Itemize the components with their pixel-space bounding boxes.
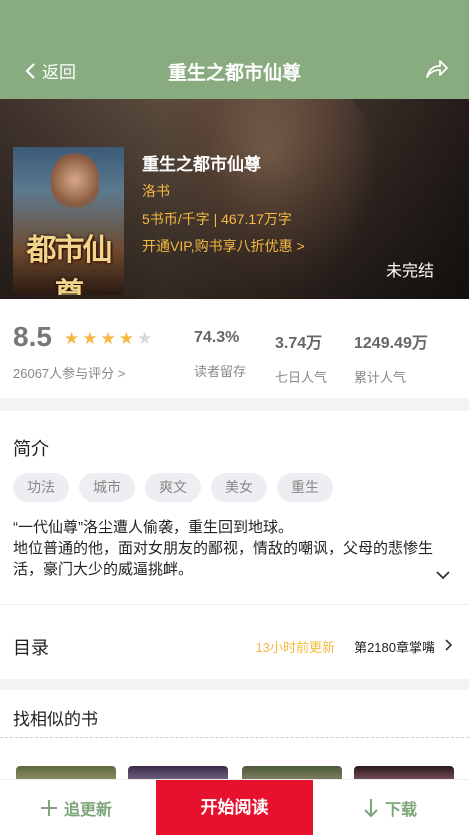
- download-label: 下载: [385, 802, 418, 819]
- tag[interactable]: 城市: [79, 473, 135, 502]
- expand-description-button[interactable]: [435, 567, 451, 585]
- toc-update-time: 13小时前更新: [255, 640, 335, 655]
- stat-label: 累计人气: [354, 370, 407, 385]
- toc-latest-chapter: 第2180章掌嘴: [354, 640, 435, 655]
- toc-row[interactable]: 目录 13小时前更新 第2180章掌嘴: [0, 604, 469, 679]
- chevron-down-icon: [436, 571, 450, 580]
- raters-link[interactable]: 26067人参与评分 >: [13, 363, 125, 382]
- share-button[interactable]: [425, 58, 449, 85]
- stat-retention: 74.3% 读者留存: [194, 329, 246, 380]
- bottom-action-bar: 追更新 开始阅读 下载: [0, 779, 469, 835]
- tag[interactable]: 爽文: [145, 473, 201, 502]
- rating-score: 8.5: [13, 321, 52, 352]
- vip-promo-link[interactable]: 开通VIP,购书享八折优惠 >: [142, 236, 305, 256]
- book-hero: 都市仙尊 重生之都市仙尊 洛书 5书币/千字 | 467.17万字 开通VIP,…: [0, 99, 469, 299]
- intro-section: 简介 功法 城市 爽文 美女 重生 “一代仙尊”洛尘遭人偷袭，重生回到地球。 地位…: [0, 411, 469, 604]
- stat-value: 74.3%: [194, 329, 240, 346]
- follow-updates-button[interactable]: 追更新: [40, 796, 112, 820]
- page-title: 重生之都市仙尊: [167, 63, 301, 84]
- book-cover[interactable]: 都市仙尊: [13, 147, 124, 295]
- tag[interactable]: 功法: [13, 473, 69, 502]
- tag[interactable]: 重生: [277, 473, 333, 502]
- status-badge: 未完结: [385, 263, 434, 280]
- book-price-wordcount: 5书币/千字 | 467.17万字: [142, 211, 292, 227]
- author-link[interactable]: 洛书: [142, 181, 170, 201]
- follow-label: 追更新: [64, 802, 113, 819]
- top-bar: 返回 重生之都市仙尊: [0, 0, 469, 99]
- star-icon: ★: [64, 329, 80, 348]
- tag[interactable]: 美女: [211, 473, 267, 502]
- rating-stars: ★ ★ ★ ★ ★: [64, 330, 152, 347]
- tag-list: 功法 城市 爽文 美女 重生: [13, 473, 333, 502]
- star-icon: ★: [137, 329, 153, 348]
- stat-value: 3.74万: [275, 335, 323, 352]
- toc-title: 目录: [13, 638, 49, 658]
- star-icon: ★: [100, 329, 116, 348]
- star-icon: ★: [82, 329, 98, 348]
- stat-label: 读者留存: [194, 364, 247, 379]
- stat-total-popularity: 1249.49万 累计人气: [354, 329, 428, 386]
- start-reading-button[interactable]: 开始阅读: [156, 780, 313, 835]
- plus-icon: [41, 800, 57, 816]
- book-name: 重生之都市仙尊: [142, 155, 261, 174]
- star-icon: ★: [118, 329, 134, 348]
- stat-value: 1249.49万: [354, 335, 428, 352]
- share-icon: [426, 60, 448, 78]
- stat-label: 七日人气: [275, 370, 328, 385]
- download-button[interactable]: 下载: [363, 796, 417, 820]
- rating-stats-panel: 8.5 ★ ★ ★ ★ ★ 26067人参与评分 > 74.3% 读者留存 3.74万 …: [0, 299, 469, 398]
- similar-title: 找相似的书: [13, 710, 98, 729]
- chevron-right-icon: [445, 639, 453, 651]
- intro-description: “一代仙尊”洛尘遭人偷袭，重生回到地球。 地位普通的他，面对女朋友的鄙视，情敌的嘲…: [13, 519, 434, 578]
- stat-weekly-popularity: 3.74万 七日人气: [275, 329, 327, 386]
- cover-title: 都市仙尊: [26, 234, 113, 295]
- intro-title: 简介: [13, 439, 49, 459]
- arrow-down-icon: [364, 799, 378, 818]
